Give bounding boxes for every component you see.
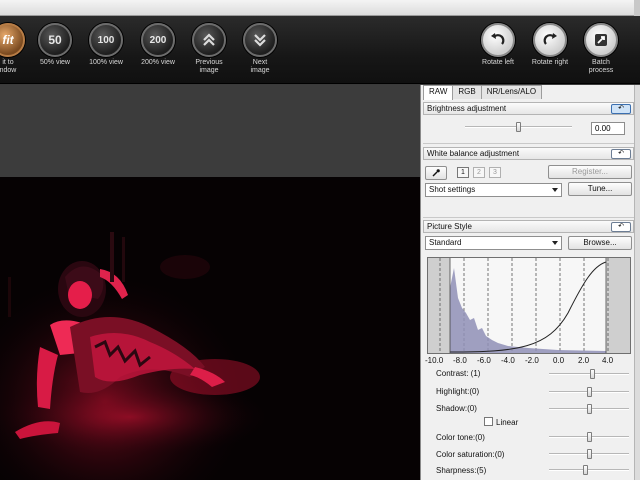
- histogram-axis-label: 4.0: [602, 356, 614, 365]
- rotate-left-label: Rotate left: [482, 59, 514, 66]
- register-button[interactable]: Register...: [548, 165, 632, 179]
- view-200-icon: 200: [141, 23, 175, 57]
- brightness-slider[interactable]: [465, 122, 572, 132]
- tool-palette: RAW RGB NR/Lens/ALO Brightness adjustmen…: [420, 85, 640, 480]
- fit-icon: fit: [0, 23, 25, 57]
- histogram-axis-label: -8.0: [453, 356, 467, 365]
- tab-nr-lens-alo[interactable]: NR/Lens/ALO: [480, 85, 543, 99]
- chevron-down-icon: [552, 188, 558, 192]
- highlight-slider[interactable]: [549, 387, 629, 397]
- view-50-icon: 50: [38, 23, 72, 57]
- separator: [423, 143, 634, 144]
- slider-track: [549, 469, 629, 471]
- contrast-slider[interactable]: [549, 369, 629, 379]
- title-bar: [0, 0, 640, 16]
- color-saturation-slider[interactable]: [549, 449, 629, 459]
- white-balance-select[interactable]: Shot settings: [425, 183, 562, 197]
- color-tone-label: Color tone:(0): [436, 433, 485, 442]
- white-balance-title: White balance adjustment: [427, 149, 520, 158]
- view-100-icon: 100: [89, 23, 123, 57]
- contrast-label: Contrast: (1): [436, 369, 481, 378]
- sharpness-thumb[interactable]: [583, 465, 588, 475]
- histogram-graph: [428, 258, 630, 353]
- window-edge: [634, 0, 640, 16]
- white-balance-header: White balance adjustment ↶: [423, 147, 634, 160]
- slider-track: [549, 373, 629, 375]
- eyedropper-button[interactable]: [425, 166, 447, 180]
- next-image-button[interactable]: Next image: [230, 23, 290, 75]
- view-100-button[interactable]: 100 100% view: [76, 23, 136, 67]
- brightness-title: Brightness adjustment: [427, 104, 507, 113]
- previous-image-icon: [192, 23, 226, 57]
- dpp-window: fit it to ndow 50 50% view 100 100% view…: [0, 0, 640, 480]
- picture-style-header: Picture Style ↶: [423, 220, 634, 233]
- shadow-label: Shadow:(0): [436, 404, 477, 413]
- separator: [423, 217, 634, 218]
- eyedropper-icon: [432, 169, 440, 177]
- color-saturation-label: Color saturation:(0): [436, 450, 505, 459]
- picture-style-value: Standard: [429, 238, 462, 247]
- image-viewer[interactable]: [0, 177, 420, 480]
- wb-slot-3[interactable]: 3: [489, 167, 501, 178]
- picture-style-reset-button[interactable]: ↶: [611, 222, 631, 232]
- sharpness-slider[interactable]: [549, 465, 629, 475]
- wb-slot-2[interactable]: 2: [473, 167, 485, 178]
- color-saturation-thumb[interactable]: [587, 449, 592, 459]
- contrast-thumb[interactable]: [590, 369, 595, 379]
- viewer-background: [0, 85, 420, 177]
- color-tone-thumb[interactable]: [587, 432, 592, 442]
- view-100-label: 100% view: [89, 59, 123, 66]
- palette-scrollbar[interactable]: [634, 85, 640, 480]
- tune-button[interactable]: Tune...: [568, 182, 632, 196]
- sharpness-label: Sharpness:(5): [436, 466, 487, 475]
- shadow-thumb[interactable]: [587, 404, 592, 414]
- histogram-axis-label: 2.0: [578, 356, 590, 365]
- linear-label: Linear: [496, 418, 519, 427]
- brightness-thumb[interactable]: [516, 122, 521, 132]
- white-balance-reset-button[interactable]: ↶: [611, 149, 631, 159]
- histogram-axis-label: -10.0: [425, 356, 444, 365]
- picture-style-title: Picture Style: [427, 222, 472, 231]
- tab-raw[interactable]: RAW: [423, 85, 454, 100]
- highlight-thumb[interactable]: [587, 387, 592, 397]
- histogram-axis-label: -6.0: [477, 356, 491, 365]
- tab-rgb[interactable]: RGB: [452, 85, 482, 99]
- tone-curve-histogram[interactable]: [427, 257, 631, 354]
- histogram-axis-label: -4.0: [501, 356, 515, 365]
- white-balance-value: Shot settings: [429, 185, 476, 194]
- linear-checkbox[interactable]: [484, 417, 493, 426]
- photo: [0, 177, 420, 480]
- chevron-down-icon: [552, 241, 558, 245]
- brightness-value-field[interactable]: 0.00: [591, 122, 625, 135]
- batch-process-icon: [584, 23, 618, 57]
- next-image-label: Next image: [250, 59, 270, 74]
- batch-process-button[interactable]: Batch process: [571, 23, 631, 75]
- batch-process-label: Batch process: [588, 59, 614, 74]
- palette-tabs: RAW RGB NR/Lens/ALO: [423, 85, 543, 100]
- browse-button[interactable]: Browse...: [568, 236, 632, 250]
- color-tone-slider[interactable]: [549, 432, 629, 442]
- brightness-reset-button[interactable]: ↶: [611, 104, 631, 114]
- histogram-axis-label: 0.0: [553, 356, 565, 365]
- picture-style-select[interactable]: Standard: [425, 236, 562, 250]
- wb-slot-1[interactable]: 1: [457, 167, 469, 178]
- rotate-left-icon: [481, 23, 515, 57]
- rotate-right-icon: [533, 23, 567, 57]
- toolbar: fit it to ndow 50 50% view 100 100% view…: [0, 16, 640, 84]
- histogram-axis-label: -2.0: [525, 356, 539, 365]
- shadow-slider[interactable]: [549, 404, 629, 414]
- highlight-label: Highlight:(0): [436, 387, 480, 396]
- rotate-left-button[interactable]: Rotate left: [468, 23, 528, 67]
- brightness-header: Brightness adjustment ↶: [423, 102, 634, 115]
- next-image-icon: [243, 23, 277, 57]
